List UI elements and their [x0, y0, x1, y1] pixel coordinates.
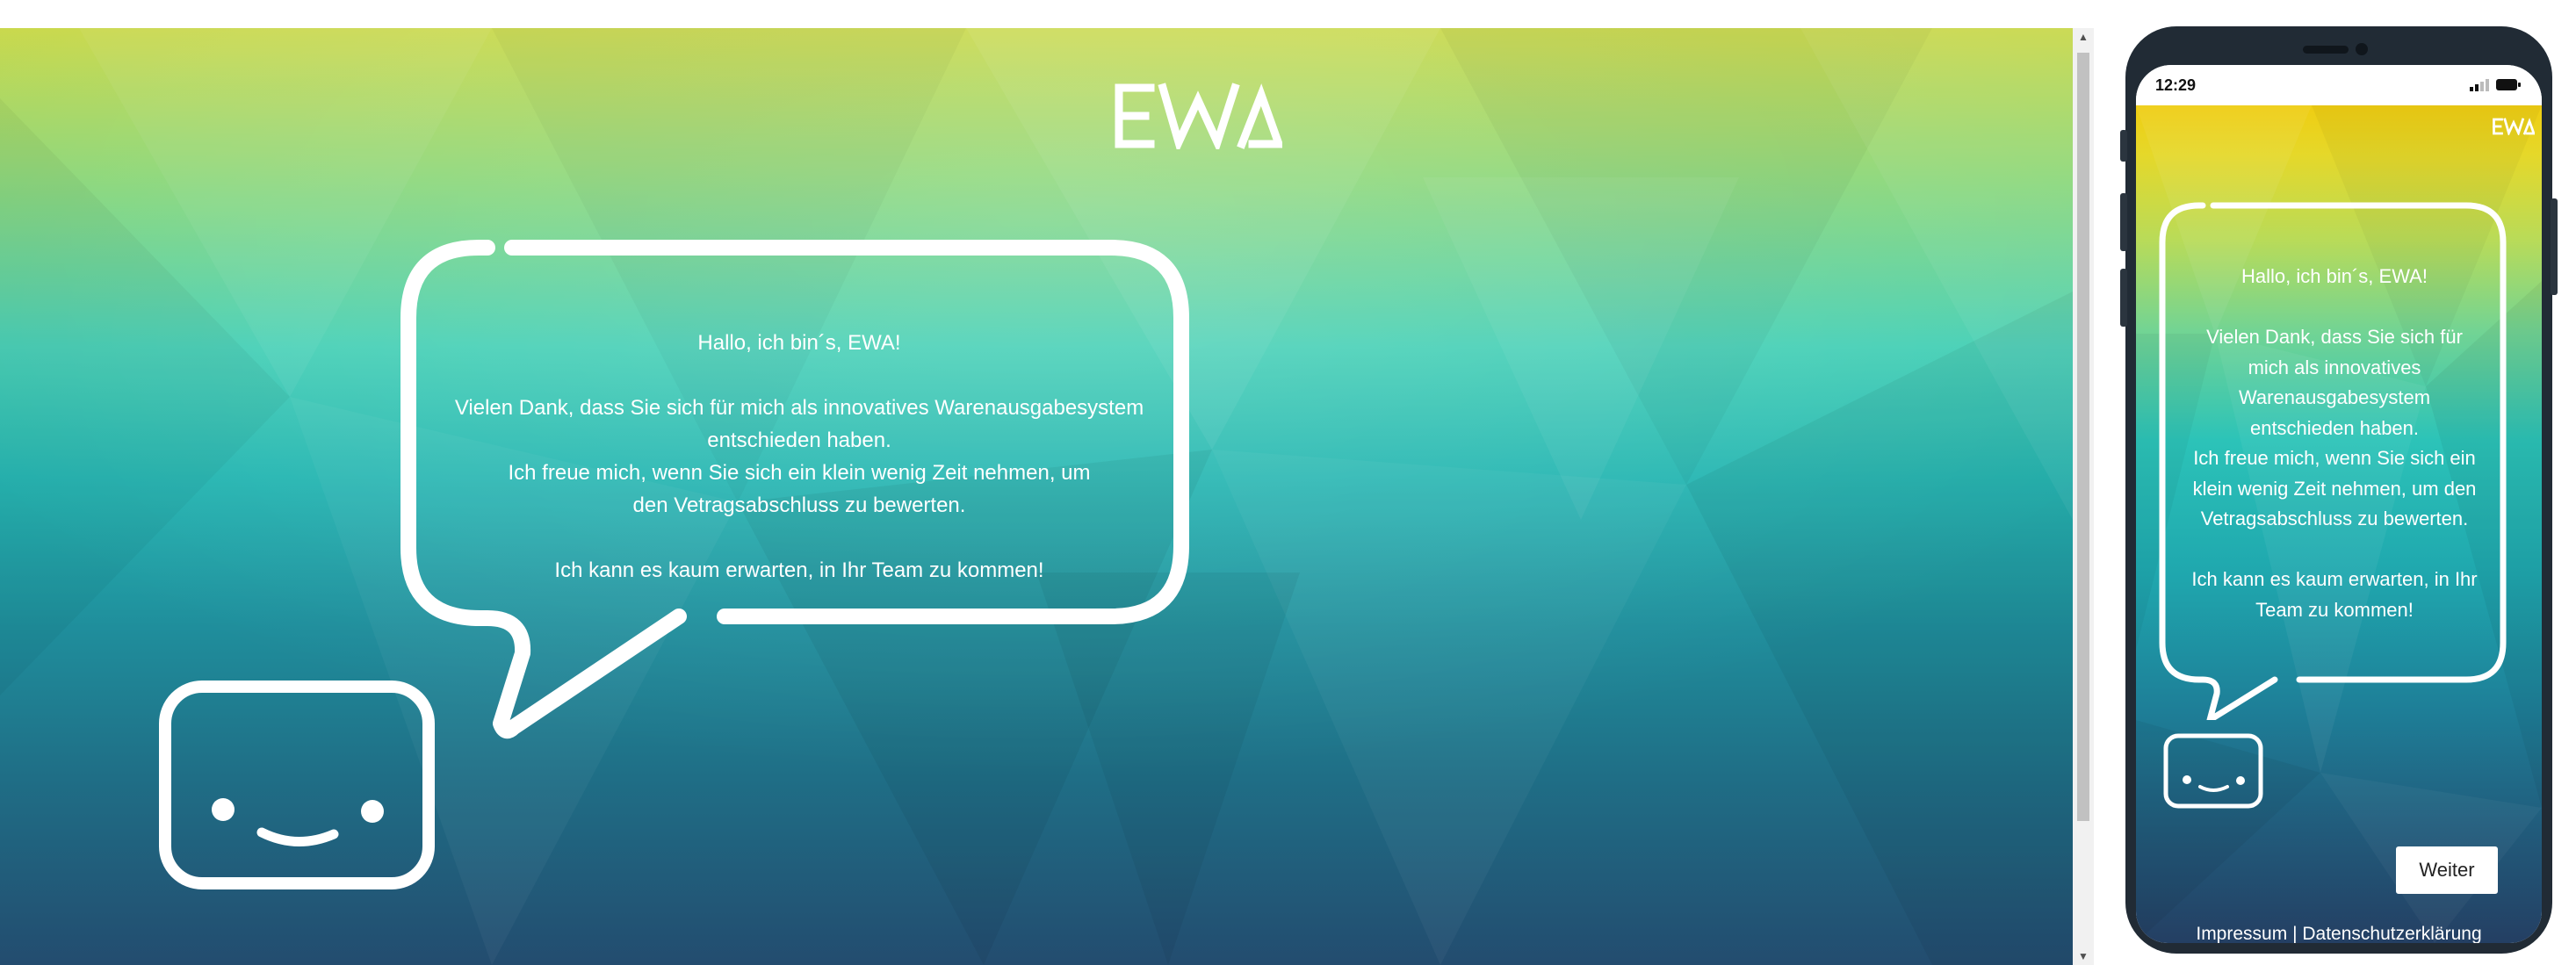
scroll-thumb[interactable] [2077, 53, 2089, 821]
privacy-link[interactable]: Datenschutzerklärung [2302, 924, 2481, 943]
bubble-text: Hallo, ich bin´s, EWA! Vielen Dank, dass… [439, 327, 1159, 587]
impressum-link[interactable]: Impressum [2196, 924, 2287, 943]
ewa-logo-icon [1115, 83, 1282, 149]
phone-side-button [2120, 269, 2127, 327]
signal-icon [2470, 79, 2489, 91]
desktop-preview: Hallo, ich bin´s, EWA! Vielen Dank, dass… [0, 28, 2073, 965]
bubble-text: Hallo, ich bin´s, EWA! Vielen Dank, dass… [2178, 262, 2491, 625]
ewa-logo-icon [2493, 118, 2535, 135]
greeting-text: Hallo, ich bin´s, EWA! [2241, 265, 2428, 287]
status-time: 12:29 [2155, 76, 2197, 94]
status-bar: 12:29 [2136, 65, 2542, 105]
phone-speaker [2303, 46, 2349, 54]
phone-content: Hallo, ich bin´s, EWA! Vielen Dank, dass… [2136, 105, 2542, 943]
request-text: Ich freue mich, wenn Sie sich ein klein … [2192, 447, 2477, 529]
closing-text: Ich kann es kaum erwarten, in Ihr Team z… [554, 558, 1044, 582]
smiley-robot-icon [159, 681, 435, 889]
battery-icon [2496, 79, 2521, 90]
footer-separator: | [2292, 924, 2303, 943]
next-button[interactable]: Weiter [2396, 846, 2498, 894]
phone-side-button [2120, 130, 2127, 162]
phone-side-button [2120, 193, 2127, 251]
footer-links: Impressum | Datenschutzerklärung [2136, 924, 2542, 943]
request-text: Ich freue mich, wenn Sie sich ein klein … [508, 461, 1091, 517]
thanks-text: Vielen Dank, dass Sie sich für mich als … [454, 396, 1144, 452]
phone-power-button [2551, 198, 2558, 295]
thanks-text: Vielen Dank, dass Sie sich für mich als … [2206, 326, 2463, 439]
phone-frame: 12:29 Hallo, ich bin´s, EWA! Vielen Dank… [2120, 26, 2558, 954]
phone-camera [2356, 43, 2368, 55]
greeting-text: Hallo, ich bin´s, EWA! [697, 331, 901, 355]
desktop-scrollbar[interactable]: ▲ ▼ [2073, 28, 2094, 965]
smiley-robot-icon [2163, 733, 2263, 809]
scroll-down-arrow[interactable]: ▼ [2073, 947, 2094, 965]
scroll-up-arrow[interactable]: ▲ [2073, 28, 2094, 46]
closing-text: Ich kann es kaum erwarten, in Ihr Team z… [2191, 568, 2478, 621]
phone-screen: 12:29 Hallo, ich bin´s, EWA! Vielen Dank… [2136, 65, 2542, 943]
